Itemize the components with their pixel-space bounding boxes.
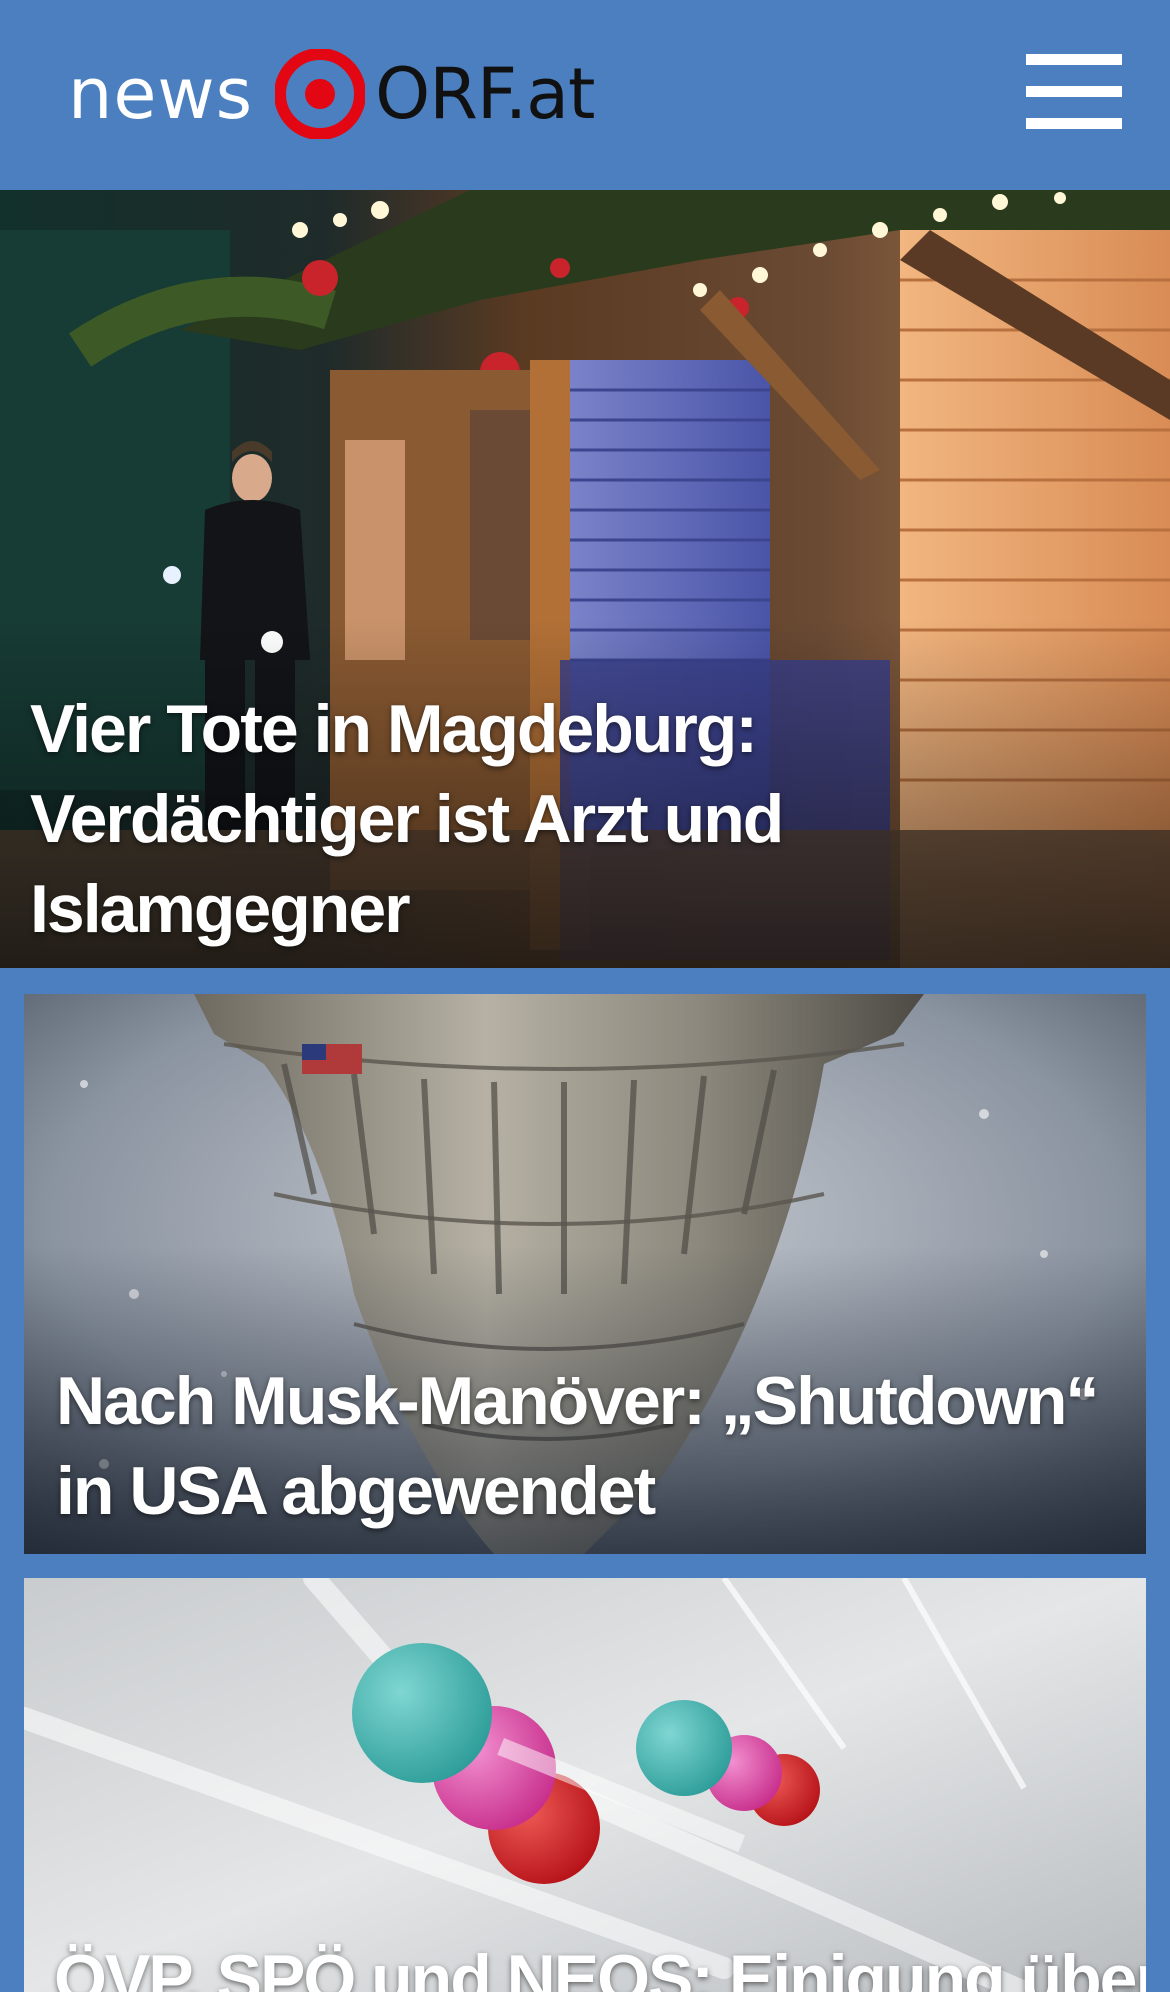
story-card-lead[interactable]: Vier Tote in Magdeburg: Verdächtiger ist…: [0, 190, 1170, 968]
orf-news-logo[interactable]: news ORF.at: [68, 44, 596, 144]
logo-orf-text: ORF.at: [375, 53, 595, 135]
molecule-model-photo: [24, 1578, 1146, 1992]
menu-line: [1026, 118, 1122, 129]
top-bar: news ORF.at: [0, 0, 1170, 190]
story-headline: ÖVP, SPÖ und NEOS: Einigung über: [54, 1941, 1146, 1992]
story-card[interactable]: Nach Musk-Manöver: „Shutdown“ in USA abg…: [24, 994, 1146, 1554]
logo-news-text: news: [68, 53, 254, 135]
story-card[interactable]: ÖVP, SPÖ und NEOS: Einigung über: [24, 1578, 1146, 1992]
hamburger-menu-icon[interactable]: [1020, 48, 1124, 136]
story-headline: Nach Musk-Manöver: „Shutdown“ in USA abg…: [56, 1363, 1099, 1529]
story-headline: Vier Tote in Magdeburg: Verdächtiger ist…: [30, 691, 784, 947]
orf-target-icon: [275, 49, 366, 139]
menu-line: [1026, 86, 1122, 97]
menu-line: [1026, 54, 1122, 65]
